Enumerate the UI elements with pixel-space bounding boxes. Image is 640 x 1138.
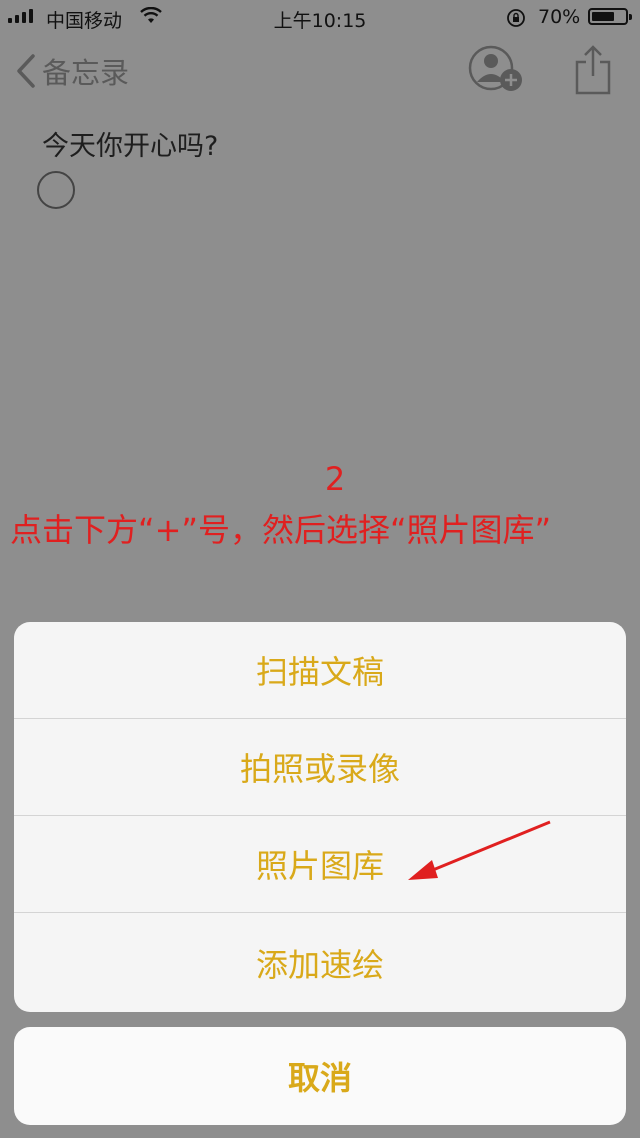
status-bar: 中国移动 上午10:15 70% [0,0,640,36]
annotation-step-number: 2 [324,460,346,498]
take-photo-video-option[interactable]: 拍照或录像 [14,719,626,816]
battery-percent: 70% [538,6,581,28]
back-label: 备忘录 [42,56,130,90]
orientation-lock-icon [507,9,525,27]
cancel-button[interactable]: 取消 [14,1027,626,1125]
add-sketch-option[interactable]: 添加速绘 [14,913,626,1012]
add-person-icon[interactable] [467,42,527,98]
battery-icon [588,8,632,25]
scan-documents-option[interactable]: 扫描文稿 [14,622,626,719]
share-icon[interactable] [574,44,612,96]
action-sheet: 扫描文稿 拍照或录像 照片图库 添加速绘 [14,622,626,1012]
nav-bar: 备忘录 [0,40,640,104]
note-title[interactable]: 今天你开心吗? [42,124,218,163]
annotation-instruction: 点击下方“+”号，然后选择“照片图库” [10,511,552,549]
back-button[interactable]: 备忘录 [16,50,129,92]
chevron-left-icon [17,54,35,88]
photo-library-option[interactable]: 照片图库 [14,816,626,913]
checklist-circle[interactable] [37,171,75,209]
